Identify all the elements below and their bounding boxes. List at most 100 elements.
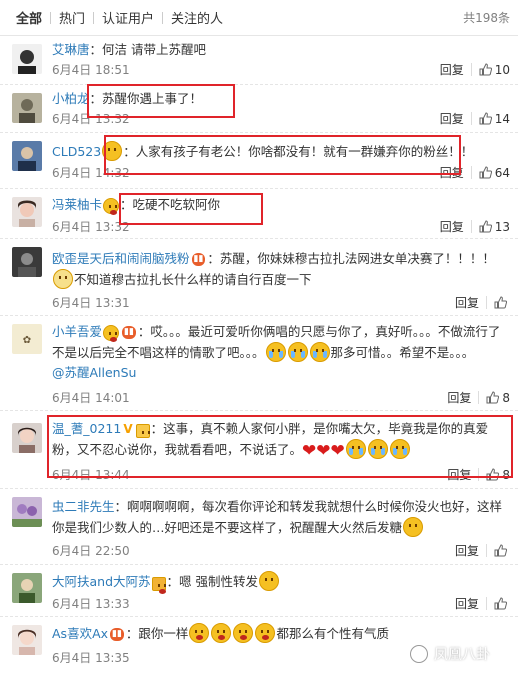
tab-following[interactable]: 关注的人 <box>163 8 231 27</box>
cat-emoji-icon <box>53 269 73 289</box>
like-button[interactable] <box>494 544 510 557</box>
like-button[interactable]: 13 <box>479 220 510 234</box>
comment-text-continued: 那多可惜。。希望不是。。。 <box>330 345 475 360</box>
like-count: 14 <box>494 111 510 126</box>
comment-time: 6月4日 13:31 <box>52 296 130 310</box>
like-button[interactable] <box>494 597 510 610</box>
username[interactable]: 温_蓍_0211 <box>52 421 121 436</box>
crying-emoji-icon <box>287 342 308 362</box>
thumbs-up-icon <box>494 296 507 309</box>
comment-text: ：吃硬不吃软阿你 <box>120 197 221 212</box>
username[interactable]: 冯莱柚卡 <box>52 197 102 212</box>
mention-link[interactable]: @苏醒AllenSu <box>52 365 136 380</box>
like-button[interactable]: 64 <box>479 166 510 180</box>
like-count: 13 <box>494 219 510 234</box>
reply-button[interactable]: 回复 <box>440 61 464 78</box>
verified-v-icon: V <box>123 422 133 436</box>
laugh-cry-emoji-icon <box>389 439 410 459</box>
vip-badge-icon: ▮▮ <box>191 253 206 266</box>
tab-all[interactable]: 全部 <box>8 8 50 27</box>
thumbs-up-icon <box>479 63 492 76</box>
comment-time: 6月4日 13:32 <box>52 112 130 126</box>
username[interactable]: 小柏龙 <box>52 91 90 106</box>
comment-time: 6月4日 22:50 <box>52 544 130 558</box>
svg-text:✿: ✿ <box>23 335 31 346</box>
tongue-emoji-icon <box>211 623 232 643</box>
smile-emoji-icon <box>102 141 123 161</box>
reply-button[interactable]: 回复 <box>455 542 479 559</box>
watermark: 凤凰八卦 <box>410 644 490 664</box>
heart-icon: ❤ <box>302 441 317 461</box>
username[interactable]: CLD523 <box>52 144 101 159</box>
username[interactable]: 艾琳唐 <box>52 42 90 57</box>
tab-hot[interactable]: 热门 <box>51 8 93 27</box>
avatar[interactable] <box>12 573 42 603</box>
thumbs-up-icon <box>486 468 500 481</box>
avatar[interactable] <box>12 497 42 527</box>
comment-text: ：嗯 强制性转发 <box>166 574 259 589</box>
tongue-emoji-icon <box>255 623 276 643</box>
tab-verified[interactable]: 认证用户 <box>94 8 162 27</box>
comment-time: 6月4日 14:01 <box>52 391 130 405</box>
avatar[interactable] <box>12 44 42 74</box>
avatar[interactable] <box>12 625 42 655</box>
like-button[interactable] <box>494 296 510 309</box>
laugh-cry-emoji-icon <box>367 439 388 459</box>
thumbs-up-icon <box>479 166 492 179</box>
thumbs-up-icon <box>479 220 492 233</box>
crying-emoji-icon <box>265 342 286 362</box>
avatar[interactable]: ✿ <box>12 324 42 354</box>
username[interactable]: As喜欢Ax <box>52 626 108 641</box>
comment-item: ✿ 小羊吾爱 ▮▮ ：哎。。。最近可爱听你俩唱的只愿与你了，真好听。。。不做流行了不… <box>0 316 518 411</box>
crown-emoji-icon <box>135 424 150 438</box>
comment-item: 虫二非先生：啊啊啊啊啊，每次看你评论和转发我就想什么时候你没火也好，这样你是我们… <box>0 489 518 565</box>
comment-time: 6月4日 14:32 <box>52 166 130 180</box>
username[interactable]: 欧歪是天后和闹闹脑残粉 <box>52 251 190 266</box>
avatar[interactable] <box>12 423 42 453</box>
avatar[interactable] <box>12 197 42 227</box>
comment-count: 共198条 <box>463 11 510 25</box>
heart-icon: ❤ <box>316 441 331 461</box>
comment-item: 小柏龙：苏醒你遇上事了！ 6月4日 13:32 回复 14 <box>0 85 518 133</box>
comment-text-continued: 都那么有个性有气质 <box>276 626 389 641</box>
comment-time: 6月4日 13:44 <box>52 468 130 482</box>
avatar[interactable] <box>12 141 42 171</box>
username[interactable]: 虫二非先生 <box>52 499 115 514</box>
crying-emoji-icon <box>309 342 330 362</box>
like-count: 8 <box>502 390 510 405</box>
vip-badge-icon: ▮▮ <box>122 326 136 339</box>
comment-text: ：跟你一样 <box>125 626 189 641</box>
like-button[interactable]: 14 <box>479 112 510 126</box>
tongue-emoji-icon <box>189 623 210 643</box>
phoenix-logo-icon <box>410 645 428 663</box>
comment-item: 温_蓍_0211 V ：这事，真不赖人家何小胖，是你嘴太欠，毕竟我是你的真爱粉，又不… <box>0 411 518 489</box>
blush-emoji-icon <box>103 198 120 215</box>
comment-text: ：苏醒你遇上事了！ <box>89 91 203 106</box>
comment-time: 6月4日 13:32 <box>52 220 130 234</box>
comment-item: 大阿扶and大阿苏 ：嗯 强制性转发 6月4日 13:33 回复 <box>0 565 518 617</box>
reply-button[interactable]: 回复 <box>455 595 479 612</box>
username[interactable]: 大阿扶and大阿苏 <box>52 574 151 589</box>
reply-button[interactable]: 回复 <box>447 466 471 483</box>
avatar[interactable] <box>12 247 42 277</box>
avatar[interactable] <box>12 93 42 123</box>
thumbs-up-icon <box>494 597 507 610</box>
comment-text: ：人家有孩子有老公！你啥都没有！就有一群嫌弃你的粉丝！！ <box>101 141 473 161</box>
like-button[interactable]: 8 <box>486 391 510 405</box>
comment-item: CLD523 ：人家有孩子有老公！你啥都没有！就有一群嫌弃你的粉丝！！ 6月4日 … <box>0 133 518 189</box>
like-count: 10 <box>494 62 510 77</box>
reply-button[interactable]: 回复 <box>440 110 464 127</box>
reply-button[interactable]: 回复 <box>440 164 464 181</box>
reply-button[interactable]: 回复 <box>447 389 471 406</box>
grin-emoji-icon <box>403 517 424 537</box>
comment-item: 艾琳唐：何洁 请带上苏醒吧 6月4日 18:51 回复 10 <box>0 36 518 85</box>
like-button[interactable]: 10 <box>479 63 510 77</box>
username[interactable]: 小羊吾爱 <box>52 324 102 339</box>
thumbs-up-icon <box>486 391 500 404</box>
reply-button[interactable]: 回复 <box>455 294 479 311</box>
comment-item: 欧歪是天后和闹闹脑残粉 ▮▮ ：苏醒，你妹妹穆古拉扎法网进女单决赛了！！！！ 不知道穆… <box>0 239 518 316</box>
like-button[interactable]: 8 <box>486 468 510 482</box>
flower-emoji-icon <box>103 325 120 342</box>
comment-time: 6月4日 18:51 <box>52 63 130 77</box>
reply-button[interactable]: 回复 <box>440 218 464 235</box>
